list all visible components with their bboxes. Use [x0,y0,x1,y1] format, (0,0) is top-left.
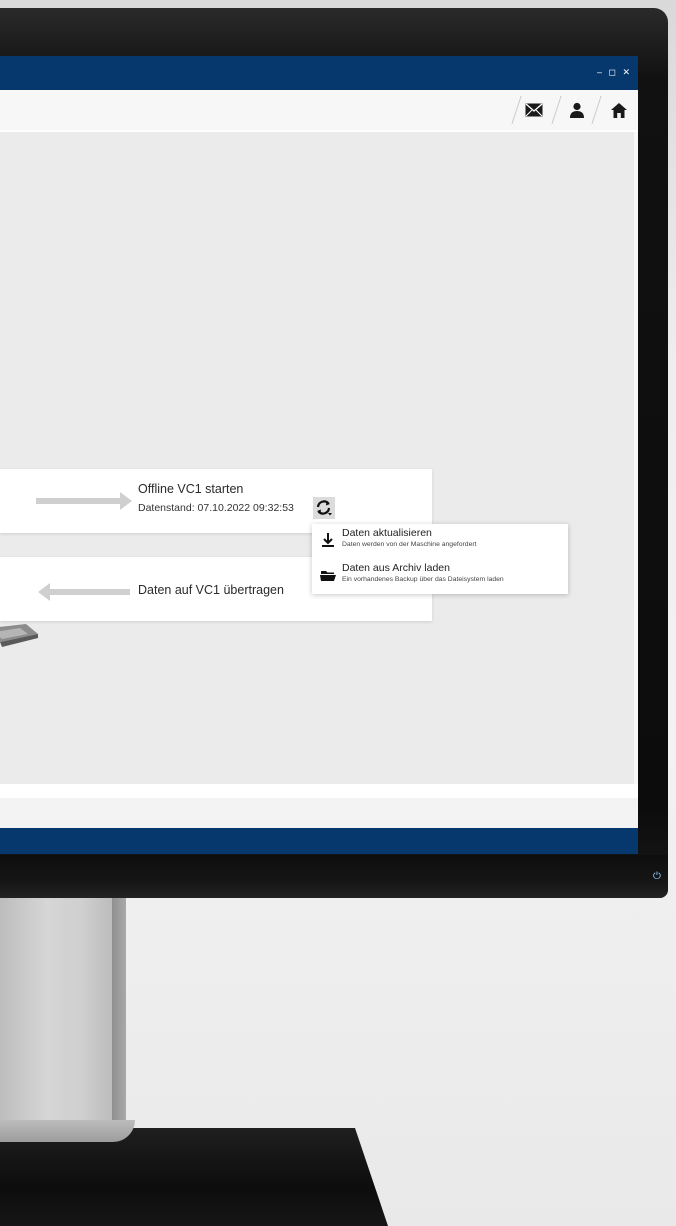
toolbar-separator [591,96,602,124]
monitor-stand-neck-side [112,898,126,1138]
offline-start-title: Offline VC1 starten [138,482,244,496]
screen-right-edge [634,132,638,784]
window-controls[interactable]: ‒ ◻ ✕ [597,67,632,78]
machine-device-image [0,622,50,658]
refresh-icon [316,500,332,516]
menu-item-subtitle: Ein vorhandenes Backup über das Dateisys… [342,576,504,583]
download-icon [320,532,336,548]
home-icon[interactable] [607,98,631,122]
refresh-menu-button[interactable] [313,497,335,519]
status-bar-divider [0,784,638,798]
data-timestamp: Datenstand: 07.10.2022 09:32:53 [138,502,294,514]
app-screen: ‒ ◻ ✕ Offline VC1 starten Datenstand: 07… [0,56,638,854]
folder-open-icon [320,567,336,583]
transfer-title: Daten auf VC1 übertragen [138,583,284,597]
toolbar-separator [511,96,522,124]
monitor-stand-ring [0,1120,135,1142]
menu-item-title: Daten aktualisieren [342,527,432,539]
title-bar: ‒ ◻ ✕ [0,56,638,90]
toolbar-separator [551,96,562,124]
status-bar [0,784,638,828]
bottom-bar [0,828,638,854]
power-icon: ⏻ [653,871,661,882]
menu-item-subtitle: Daten werden von der Maschine angeforder… [342,541,477,548]
monitor-chin [0,855,668,898]
mail-icon[interactable] [522,98,546,122]
monitor-stand-neck [0,898,118,1138]
menu-item-title: Daten aus Archiv laden [342,562,450,574]
monitor-stand-base [0,1128,388,1226]
arrow-left-icon [38,583,130,601]
user-icon[interactable] [565,98,589,122]
menu-item-load-archive[interactable]: Daten aus Archiv laden Ein vorhandenes B… [312,559,568,593]
menu-item-refresh-data[interactable]: Daten aktualisieren Daten werden von der… [312,524,568,558]
work-area: Offline VC1 starten Datenstand: 07.10.20… [0,132,634,784]
refresh-dropdown-menu: Daten aktualisieren Daten werden von der… [312,524,568,594]
toolbar [0,90,638,132]
arrow-right-icon [36,492,132,510]
